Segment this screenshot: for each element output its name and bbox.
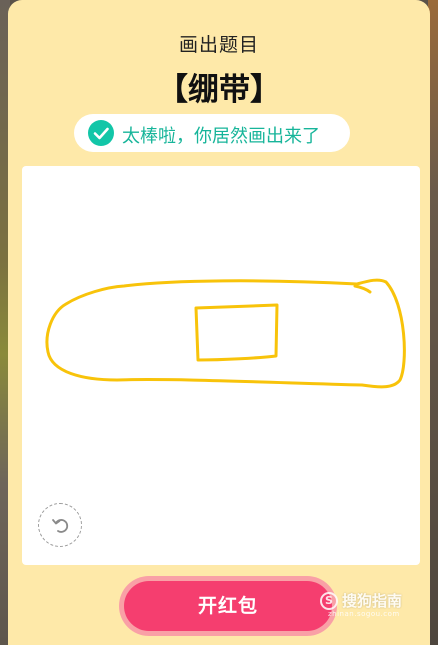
user-drawing: [45, 278, 406, 389]
drawing-result-dialog: 画出题目 【绷带】 太棒啦，你居然画出来了 开红包 S 搜狗指南 zhinan.…: [8, 0, 430, 645]
watermark-name: 搜狗指南: [342, 592, 403, 610]
drawing-stroke-outer: [45, 278, 406, 389]
prompt-subtitle: 画出题目: [178, 34, 259, 56]
undo-icon: [52, 519, 69, 533]
check-icon: [88, 120, 114, 146]
prompt-word: 【绷带】: [157, 72, 281, 108]
drawing-stroke-inner: [194, 303, 279, 362]
result-badge: 太棒啦，你居然画出来了: [74, 114, 350, 152]
watermark-url: zhinan.sogou.com: [328, 610, 400, 618]
sogou-logo-icon: S: [320, 592, 338, 610]
undo-button[interactable]: [38, 503, 82, 547]
result-message: 太棒啦，你居然画出来了: [122, 126, 320, 147]
sogou-watermark: S 搜狗指南 zhinan.sogou.com: [320, 588, 410, 622]
drawing-canvas[interactable]: [22, 166, 420, 565]
drawing-stroke-tail: [353, 284, 372, 294]
open-red-packet-button[interactable]: 开红包: [124, 581, 332, 631]
